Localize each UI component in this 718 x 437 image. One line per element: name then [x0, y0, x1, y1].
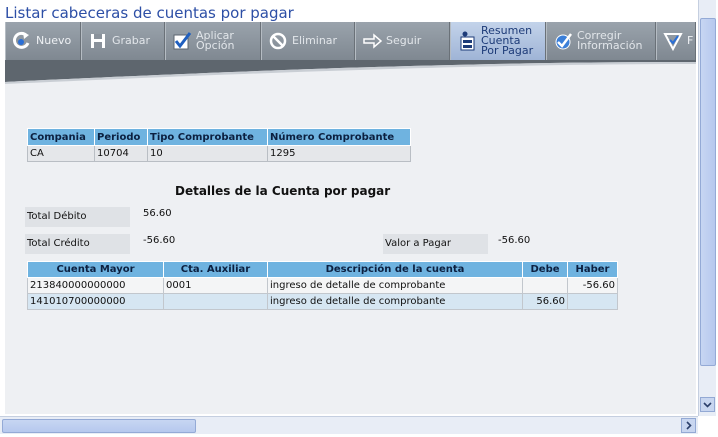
valor-pagar-value: -56.60 [498, 235, 531, 246]
col-numero-comprobante: Número Comprobante [267, 128, 411, 146]
cell-haber [567, 293, 618, 310]
delete-icon [269, 32, 287, 50]
total-debito-value: 56.60 [143, 208, 172, 219]
cell-tipo-comprobante: 10 [147, 145, 268, 162]
delete-button[interactable]: Eliminar [261, 22, 355, 60]
details-title: Detalles de la Cuenta por pagar [175, 184, 391, 198]
new-button[interactable]: Nuevo [5, 22, 81, 60]
filter-icon [663, 33, 683, 51]
cell-cuenta-mayor: 141010700000000 [27, 293, 164, 310]
valor-pagar-label: Valor a Pagar [383, 234, 488, 254]
table-row: 213840000000000 0001 ingreso de detalle … [27, 277, 618, 294]
continue-button[interactable]: Seguir [355, 22, 450, 60]
new-button-label: Nuevo [36, 34, 72, 47]
col-tipo-comprobante: Tipo Comprobante [147, 128, 268, 146]
cell-debe: 56.60 [522, 293, 568, 310]
arrow-right-icon [363, 33, 382, 49]
apply-option-button[interactable]: Aplicar Opción [165, 22, 261, 60]
table-row: CA 10704 10 1295 [27, 145, 411, 162]
cell-debe [522, 277, 568, 294]
delete-button-label: Eliminar [292, 34, 338, 47]
summary-button-label: Resumen Cuenta Por Pagar [481, 24, 534, 57]
continue-button-label: Seguir [386, 34, 422, 47]
col-compania: Compania [27, 128, 95, 146]
cell-cta-auxiliar [163, 293, 268, 310]
header-table-header-row: Compania Periodo Tipo Comprobante Número… [27, 128, 411, 146]
col-periodo: Periodo [94, 128, 148, 146]
summary-icon [460, 31, 475, 51]
cell-compania: CA [27, 145, 95, 162]
filter-button-label: F [687, 34, 694, 47]
horizontal-scrollbar[interactable] [0, 416, 698, 434]
vertical-scrollbar[interactable] [698, 0, 716, 416]
scroll-down-button[interactable] [700, 397, 715, 412]
col-cta-auxiliar: Cta. Auxiliar [163, 261, 268, 278]
correct-check-icon [555, 33, 572, 50]
detail-table-header-row: Cuenta Mayor Cta. Auxiliar Descripción d… [27, 261, 618, 278]
cell-descripcion: ingreso de detalle de comprobante [267, 277, 523, 294]
cell-descripcion: ingreso de detalle de comprobante [267, 293, 523, 310]
cell-periodo: 10704 [94, 145, 148, 162]
vertical-scroll-thumb[interactable] [700, 18, 716, 366]
correct-info-button-label: Corregir Información [577, 29, 643, 52]
col-descripcion: Descripción de la cuenta [267, 261, 523, 278]
total-credito-value: -56.60 [143, 235, 176, 246]
filter-button[interactable]: F [656, 22, 696, 60]
new-icon [13, 31, 30, 49]
col-haber: Haber [567, 261, 618, 278]
table-row: 141010700000000 ingreso de detalle de co… [27, 293, 618, 310]
cell-cta-auxiliar: 0001 [163, 277, 268, 294]
header-table: Compania Periodo Tipo Comprobante Número… [27, 128, 411, 162]
save-icon [91, 34, 105, 48]
summary-button[interactable]: Resumen Cuenta Por Pagar [450, 22, 546, 60]
total-debito-label: Total Débito [25, 207, 130, 227]
total-credito-label: Total Crédito [25, 234, 130, 254]
horizontal-scroll-thumb[interactable] [2, 419, 196, 433]
scroll-right-button[interactable] [681, 418, 696, 433]
col-cuenta-mayor: Cuenta Mayor [27, 261, 164, 278]
save-button[interactable]: Grabar [81, 22, 165, 60]
cell-cuenta-mayor: 213840000000000 [27, 277, 164, 294]
correct-info-button[interactable]: Corregir Información [546, 22, 656, 60]
apply-option-button-label: Aplicar Opción [196, 29, 235, 52]
save-button-label: Grabar [112, 34, 151, 47]
apply-check-icon [173, 32, 192, 50]
chevron-right-icon [686, 421, 692, 430]
header-wave [5, 60, 696, 84]
cell-haber: -56.60 [567, 277, 618, 294]
cell-numero-comprobante: 1295 [267, 145, 411, 162]
chevron-down-icon [703, 402, 712, 408]
detail-table: Cuenta Mayor Cta. Auxiliar Descripción d… [27, 261, 618, 310]
col-debe: Debe [522, 261, 568, 278]
page-title: Listar cabeceras de cuentas por pagar [5, 4, 294, 22]
toolbar: Nuevo Grabar Aplicar Opción Eliminar Seg… [5, 22, 696, 60]
